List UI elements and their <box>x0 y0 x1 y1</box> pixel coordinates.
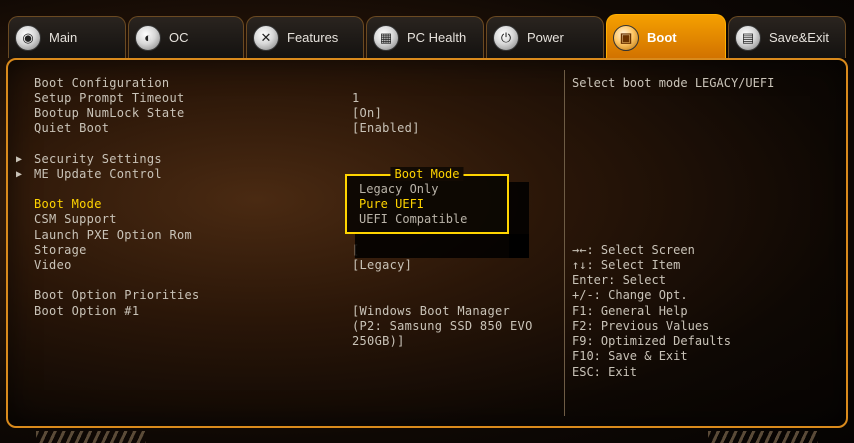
pc-health-icon: ▦ <box>373 24 399 51</box>
me-update-control-item[interactable]: ME Update Control <box>34 167 162 182</box>
tab-boot-label: Boot <box>647 30 677 45</box>
decorative-stripe <box>36 431 146 443</box>
decorative-stripe <box>708 431 818 443</box>
help-key: ↑↓: Select Item <box>572 258 681 272</box>
security-settings-item[interactable]: Security Settings <box>34 152 162 167</box>
tab-save-exit[interactable]: ▤ Save&Exit <box>728 16 846 58</box>
video-value[interactable]: [Legacy] <box>352 258 412 273</box>
boot-mode-popup: Boot Mode Legacy Only Pure UEFI UEFI Com… <box>345 167 509 234</box>
help-key: F10: Save & Exit <box>572 349 688 363</box>
help-key: F2: Previous Values <box>572 319 710 333</box>
main-icon: ◉ <box>15 24 41 51</box>
help-description: Select boot mode LEGACY/UEFI <box>572 76 775 90</box>
help-key: F1: General Help <box>572 304 688 318</box>
help-key: F9: Optimized Defaults <box>572 334 731 348</box>
tab-power-label: Power <box>527 30 564 45</box>
tab-main-label: Main <box>49 30 78 45</box>
tab-pc-health[interactable]: ▦ PC Health <box>366 16 484 58</box>
help-key: ESC: Exit <box>572 365 638 379</box>
submenu-arrow-icon: ▶ <box>16 169 23 180</box>
tab-main[interactable]: ◉ Main <box>8 16 126 58</box>
bootup-numlock-label[interactable]: Bootup NumLock State <box>34 106 185 121</box>
boot-option-1-label[interactable]: Boot Option #1 <box>34 304 139 319</box>
help-key: +/-: Change Opt. <box>572 288 688 302</box>
quiet-boot-value[interactable]: [Enabled] <box>352 121 420 136</box>
boot-configuration-heading: Boot Configuration <box>34 76 170 90</box>
tab-features[interactable]: ✕ Features <box>246 16 364 58</box>
popup-title: Boot Mode <box>390 167 464 181</box>
tab-bar: ◉ Main ◐ OC ✕ Features ▦ PC Health ⏻ Pow… <box>0 10 854 60</box>
tab-save-exit-label: Save&Exit <box>769 30 829 45</box>
boot-option-1-value-line3[interactable]: 250GB)] <box>352 334 405 349</box>
csm-support-label[interactable]: CSM Support <box>34 212 117 227</box>
launch-pxe-label[interactable]: Launch PXE Option Rom <box>34 228 192 243</box>
setup-prompt-timeout-label[interactable]: Setup Prompt Timeout <box>34 91 185 106</box>
tab-features-label: Features <box>287 30 339 45</box>
help-key: Enter: Select <box>572 273 666 287</box>
boot-mode-label[interactable]: Boot Mode <box>34 197 102 212</box>
tab-power[interactable]: ⏻ Power <box>486 16 604 58</box>
tab-oc[interactable]: ◐ OC <box>128 16 244 58</box>
video-label[interactable]: Video <box>34 258 72 273</box>
bootup-numlock-value[interactable]: [On] <box>352 106 382 121</box>
popup-shadow <box>355 234 529 258</box>
help-key: →←: Select Screen <box>572 243 695 257</box>
tab-pc-health-label: PC Health <box>407 30 467 45</box>
popup-option-uefi-compatible[interactable]: UEFI Compatible <box>359 212 467 226</box>
boot-option-1-value-line1[interactable]: [Windows Boot Manager <box>352 304 510 319</box>
boot-option-priorities-heading: Boot Option Priorities <box>34 288 200 302</box>
tab-boot[interactable]: ▣ Boot <box>606 14 726 60</box>
boot-option-1-value-line2[interactable]: (P2: Samsung SSD 850 EVO <box>352 319 533 334</box>
features-icon: ✕ <box>253 24 279 51</box>
save-exit-icon: ▤ <box>735 24 761 51</box>
tab-oc-label: OC <box>169 30 189 45</box>
panel-divider <box>564 70 565 416</box>
oc-icon: ◐ <box>135 24 161 51</box>
power-icon: ⏻ <box>493 24 519 51</box>
popup-option-legacy-only[interactable]: Legacy Only <box>359 182 438 196</box>
setup-prompt-timeout-value[interactable]: 1 <box>352 91 360 106</box>
boot-icon: ▣ <box>613 24 639 51</box>
quiet-boot-label[interactable]: Quiet Boot <box>34 121 109 136</box>
submenu-arrow-icon: ▶ <box>16 154 23 165</box>
storage-label[interactable]: Storage <box>34 243 87 258</box>
popup-option-pure-uefi[interactable]: Pure UEFI <box>359 197 424 211</box>
